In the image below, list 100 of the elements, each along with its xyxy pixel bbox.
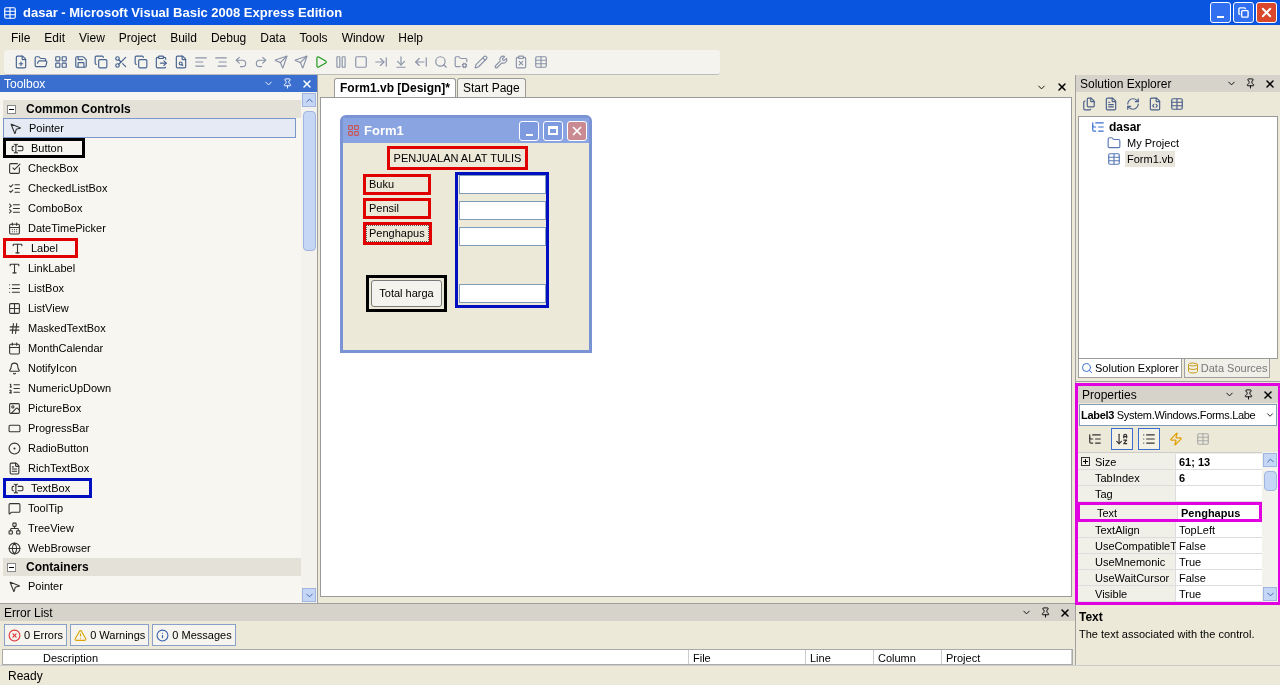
maximize-button[interactable]: [543, 120, 563, 141]
menu-item[interactable]: Help: [392, 28, 429, 47]
toolbox-item[interactable]: ComboBox: [3, 198, 91, 218]
close-icon[interactable]: [1056, 81, 1068, 93]
document-icon[interactable]: [1104, 97, 1118, 111]
toolbox-item[interactable]: DateTimePicker: [3, 218, 114, 238]
property-value[interactable]: True: [1176, 586, 1262, 601]
toolbox-item[interactable]: CheckedListBox: [3, 178, 116, 198]
property-row[interactable]: Tag: [1078, 486, 1262, 502]
play-icon[interactable]: [314, 55, 328, 69]
scrollbar[interactable]: [301, 92, 317, 603]
find-icon[interactable]: [174, 55, 188, 69]
menu-item[interactable]: Debug: [204, 28, 253, 47]
minimize-button[interactable]: [1210, 2, 1231, 23]
tree-item[interactable]: dasar: [1109, 118, 1142, 136]
toolbox-item[interactable]: ListView: [3, 298, 77, 318]
toolbox-item[interactable]: PictureBox: [3, 398, 90, 418]
scrollbar[interactable]: [1262, 452, 1278, 602]
toolbox-item[interactable]: Pointer: [3, 576, 71, 596]
toolbox-item[interactable]: TreeView: [3, 518, 82, 538]
collapse-icon[interactable]: [7, 104, 16, 114]
heading-label[interactable]: PENJUALAN ALAT TULIS: [387, 146, 528, 170]
property-value[interactable]: True: [1176, 554, 1262, 569]
save-icon[interactable]: [74, 55, 88, 69]
pin-icon[interactable]: [1040, 607, 1051, 618]
tree-item[interactable]: Form1.vb: [1125, 150, 1176, 168]
menu-item[interactable]: File: [5, 28, 37, 47]
total-button[interactable]: Total harga: [371, 280, 442, 307]
menu-item[interactable]: View: [73, 28, 111, 47]
toolbox-item[interactable]: TextBox: [3, 478, 92, 498]
property-row[interactable]: UseCompatibleT False: [1078, 538, 1262, 554]
toolbox-item[interactable]: RadioButton: [3, 438, 97, 458]
property-row[interactable]: TabIndex 6: [1078, 470, 1262, 486]
clipboard-icon[interactable]: [514, 55, 528, 69]
toolbox-item[interactable]: ToolTip: [3, 498, 72, 518]
property-row[interactable]: UseWaitCursor False: [1078, 570, 1262, 586]
menu-item[interactable]: Tools: [293, 28, 334, 47]
restore-button[interactable]: [1233, 2, 1254, 23]
property-value[interactable]: Penghapus: [1178, 505, 1259, 519]
add-item-icon[interactable]: [54, 55, 68, 69]
toolbox-item[interactable]: ProgressBar: [3, 418, 98, 438]
toolbox-item[interactable]: Pointer: [3, 118, 296, 138]
property-value[interactable]: 6: [1176, 470, 1262, 485]
form-window[interactable]: Form1 PENJUALAN ALAT TULIS Buku Pensil Penghapus Total harga: [340, 115, 592, 353]
form-label[interactable]: Buku: [363, 174, 431, 195]
undo-icon[interactable]: [234, 55, 248, 69]
property-value[interactable]: 61; 13: [1176, 454, 1262, 469]
tree-item[interactable]: My Project: [1125, 134, 1181, 152]
step-into-icon[interactable]: [374, 55, 388, 69]
copy-icon[interactable]: [134, 55, 148, 69]
refresh-icon[interactable]: [1126, 97, 1140, 111]
search-icon[interactable]: [434, 55, 448, 69]
group-header[interactable]: Common Controls: [3, 100, 301, 118]
group-header[interactable]: Containers: [3, 558, 301, 576]
pin-icon[interactable]: [1245, 78, 1256, 89]
close-icon[interactable]: [1262, 388, 1274, 401]
toolbox-item[interactable]: MonthCalendar: [3, 338, 112, 358]
menu-item[interactable]: Window: [335, 28, 391, 47]
toolbox-item[interactable]: Button: [3, 138, 85, 158]
close-icon[interactable]: [1059, 606, 1071, 619]
code-icon[interactable]: [1148, 97, 1162, 111]
property-row[interactable]: TextAlign TopLeft: [1078, 522, 1262, 538]
panel-tab[interactable]: Data Sources: [1183, 359, 1271, 378]
new-project-icon[interactable]: [14, 55, 28, 69]
close-icon[interactable]: [1264, 77, 1276, 90]
toolbox-item[interactable]: WebBrowser: [3, 538, 99, 558]
toolbox-item[interactable]: NumericUpDown: [3, 378, 120, 398]
close-button[interactable]: [567, 120, 587, 141]
column-header[interactable]: Project: [942, 650, 1072, 664]
close-button[interactable]: [1256, 2, 1277, 23]
filter-button[interactable]: 0 Warnings: [70, 624, 150, 646]
comment-icon[interactable]: [194, 55, 208, 69]
filter-button[interactable]: 0 Errors: [4, 624, 68, 646]
text-field[interactable]: [459, 201, 546, 220]
pause-icon[interactable]: [334, 55, 348, 69]
property-value[interactable]: False: [1176, 538, 1262, 553]
sort-icon[interactable]: [1111, 428, 1133, 450]
menu-item[interactable]: Data: [254, 28, 292, 47]
expand-icon[interactable]: [1080, 457, 1090, 466]
property-row[interactable]: Size 61; 13: [1078, 454, 1262, 470]
scroll-thumb[interactable]: [1263, 471, 1277, 491]
minimize-button[interactable]: [519, 120, 539, 141]
caret-icon[interactable]: [1265, 410, 1275, 420]
form-label[interactable]: Penghapus: [363, 222, 432, 245]
panel-tab[interactable]: Solution Explorer: [1078, 359, 1182, 378]
collapse-icon[interactable]: [7, 562, 16, 572]
text-field[interactable]: [459, 175, 546, 194]
menu-item[interactable]: Edit: [38, 28, 72, 47]
filter-button[interactable]: 0 Messages: [152, 624, 236, 646]
column-header[interactable]: File: [689, 650, 806, 664]
tools-icon[interactable]: [494, 55, 508, 69]
redo-icon[interactable]: [254, 55, 268, 69]
property-row[interactable]: Visible True: [1078, 586, 1262, 602]
toolbox-item[interactable]: CheckBox: [3, 158, 87, 178]
menu-item[interactable]: Project: [112, 28, 163, 47]
object-selector[interactable]: Label3 System.Windows.Forms.Labe: [1079, 404, 1277, 426]
column-header[interactable]: Description: [39, 650, 689, 664]
step-over-icon[interactable]: [394, 55, 408, 69]
toolbox-item[interactable]: RichTextBox: [3, 458, 98, 478]
toolbox-item[interactable]: NotifyIcon: [3, 358, 85, 378]
